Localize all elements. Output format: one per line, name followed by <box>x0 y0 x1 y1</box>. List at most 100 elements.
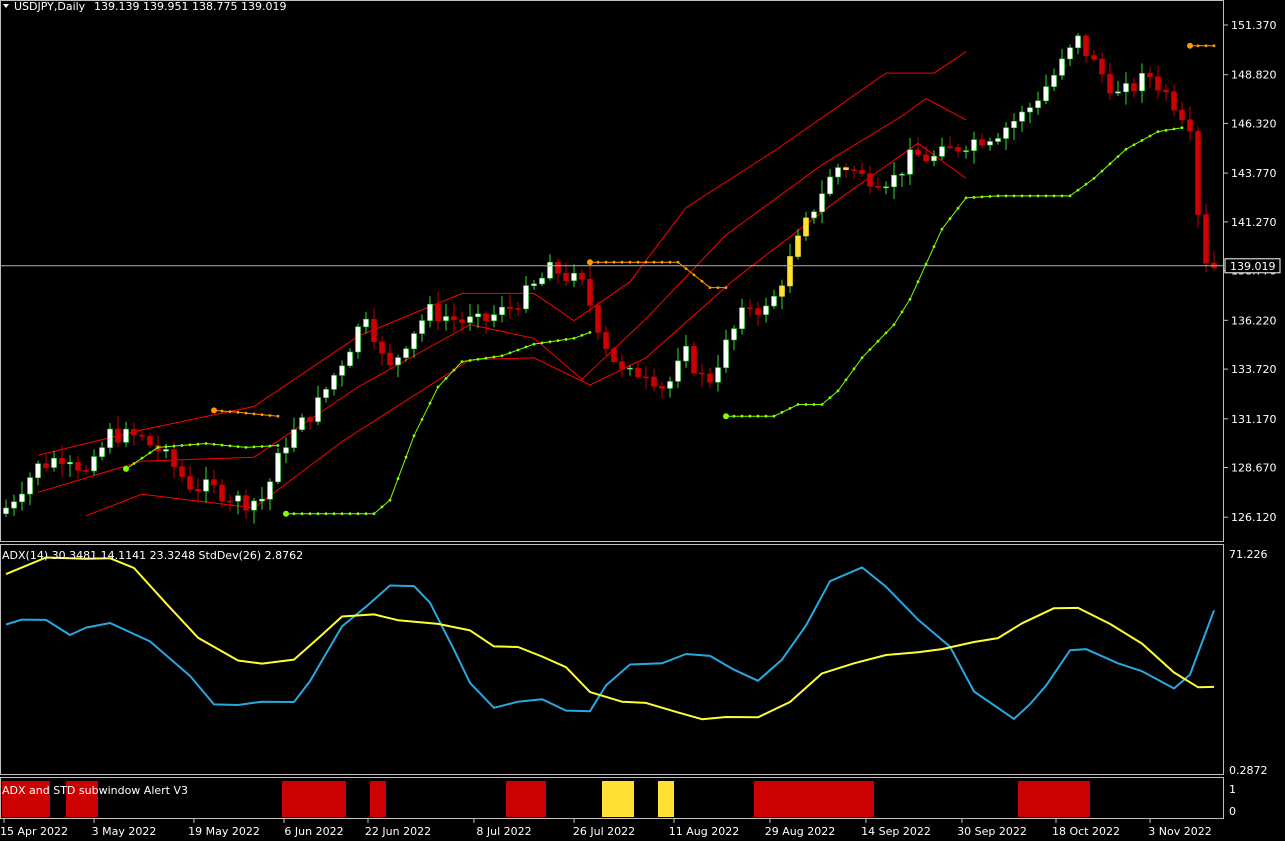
candle-body <box>555 261 561 274</box>
alert-bar <box>1018 781 1090 817</box>
candle-body <box>835 167 841 178</box>
sub2-axis-bottom: 0 <box>1229 805 1236 818</box>
price-tick-label: 143.770 <box>1231 167 1277 180</box>
stop-dot <box>716 286 720 289</box>
candle-body <box>483 313 489 321</box>
stop-dot <box>492 355 496 359</box>
date-label: 6 Jun 2022 <box>284 825 343 838</box>
stop-dot <box>212 442 216 446</box>
stop-dot <box>524 345 528 349</box>
candle-body <box>475 313 481 317</box>
date-label: 19 May 2022 <box>188 825 260 838</box>
candle-body <box>75 462 81 471</box>
date-label: 26 Jul 2022 <box>573 825 635 838</box>
stop-dot <box>324 512 328 516</box>
candle-body <box>451 316 457 321</box>
candle-body <box>659 385 665 389</box>
stop-dot <box>140 456 144 460</box>
sub1-panel-border <box>0 544 1224 775</box>
candle-body <box>1155 76 1161 91</box>
candle-body <box>619 361 625 370</box>
adx-header: ADX(14) 30.3481 14.1141 23.3248 StdDev(2… <box>2 549 303 562</box>
candle-body <box>811 211 817 219</box>
collapse-triangle-icon[interactable] <box>3 4 9 8</box>
stop-dot <box>756 414 760 418</box>
candle-body <box>227 500 233 503</box>
stop-dot <box>1156 130 1160 134</box>
stop-dot <box>723 413 729 420</box>
stop-dot <box>868 348 872 351</box>
stop-dot <box>228 444 232 448</box>
stop-dot <box>732 414 736 418</box>
alert-bar <box>602 781 634 817</box>
candle-body <box>931 156 937 162</box>
candle-body <box>899 173 905 176</box>
price-tick-label: 128.670 <box>1231 462 1277 475</box>
price-tick-label: 126.120 <box>1231 511 1277 524</box>
candle-body <box>419 320 425 334</box>
stop-dot <box>1196 44 1200 48</box>
candle-body <box>1115 91 1121 94</box>
alert-bar <box>506 781 546 817</box>
stop-dot <box>484 356 488 360</box>
stop-dot <box>132 462 136 465</box>
stop-dot <box>628 260 632 264</box>
price-tick-label: 141.270 <box>1231 216 1277 229</box>
stop-dot <box>372 512 376 516</box>
candle-body <box>1147 73 1153 78</box>
stop-dot <box>1212 44 1216 48</box>
candle-body <box>827 176 833 195</box>
candle-body <box>1163 89 1169 93</box>
stop-dot <box>1012 194 1016 198</box>
sub1-axis-min: 0.2872 <box>1229 764 1268 777</box>
stop-dot <box>148 451 152 455</box>
candle-body <box>307 417 313 423</box>
candle-body <box>803 217 809 237</box>
stop-dot <box>876 339 880 343</box>
candle-body <box>243 495 249 511</box>
stop-dot <box>796 403 800 406</box>
chart-canvas: 151.370148.820146.320143.770141.270138.7… <box>0 0 1281 838</box>
stop-dot <box>380 505 384 509</box>
candle-body <box>755 308 761 315</box>
stop-line <box>726 127 1183 417</box>
stop-dot <box>1148 134 1152 138</box>
stop-dot <box>844 378 848 382</box>
candle-body <box>971 139 977 151</box>
candle-body <box>699 372 705 375</box>
price-tick-label: 151.370 <box>1231 19 1277 32</box>
stop-dot <box>1020 194 1024 198</box>
stop-dot <box>596 260 600 264</box>
candle-body <box>435 303 441 321</box>
candle-body <box>387 352 393 366</box>
stop-dot <box>1028 194 1032 198</box>
candle-body <box>891 174 897 188</box>
candle-body <box>987 141 993 146</box>
stop-dot <box>956 206 960 210</box>
candle-body <box>411 333 417 350</box>
stop-dot <box>436 385 440 389</box>
candle-body <box>851 169 857 171</box>
candle-body <box>331 375 337 390</box>
date-label: 3 Nov 2022 <box>1148 825 1211 838</box>
stop-dot <box>1164 128 1168 132</box>
stop-dot <box>884 331 888 335</box>
stop-dot <box>308 512 312 516</box>
candle-body <box>771 296 777 307</box>
candle-body <box>1123 83 1129 93</box>
candle-body <box>1131 83 1137 92</box>
stop-dot <box>1180 126 1184 130</box>
stop-dot <box>388 498 392 502</box>
price-chart <box>3 33 1217 524</box>
candle-body <box>1043 86 1049 102</box>
stop-dot <box>924 262 928 266</box>
candle-body <box>283 447 289 454</box>
candle-body <box>523 285 529 310</box>
stop-dot <box>356 512 360 516</box>
stop-dot <box>604 260 608 264</box>
stop-dot <box>123 465 129 472</box>
stddev-line <box>5 556 1215 721</box>
stop-dot <box>220 409 224 413</box>
stop-dot <box>812 403 816 406</box>
candle-body <box>259 498 265 502</box>
